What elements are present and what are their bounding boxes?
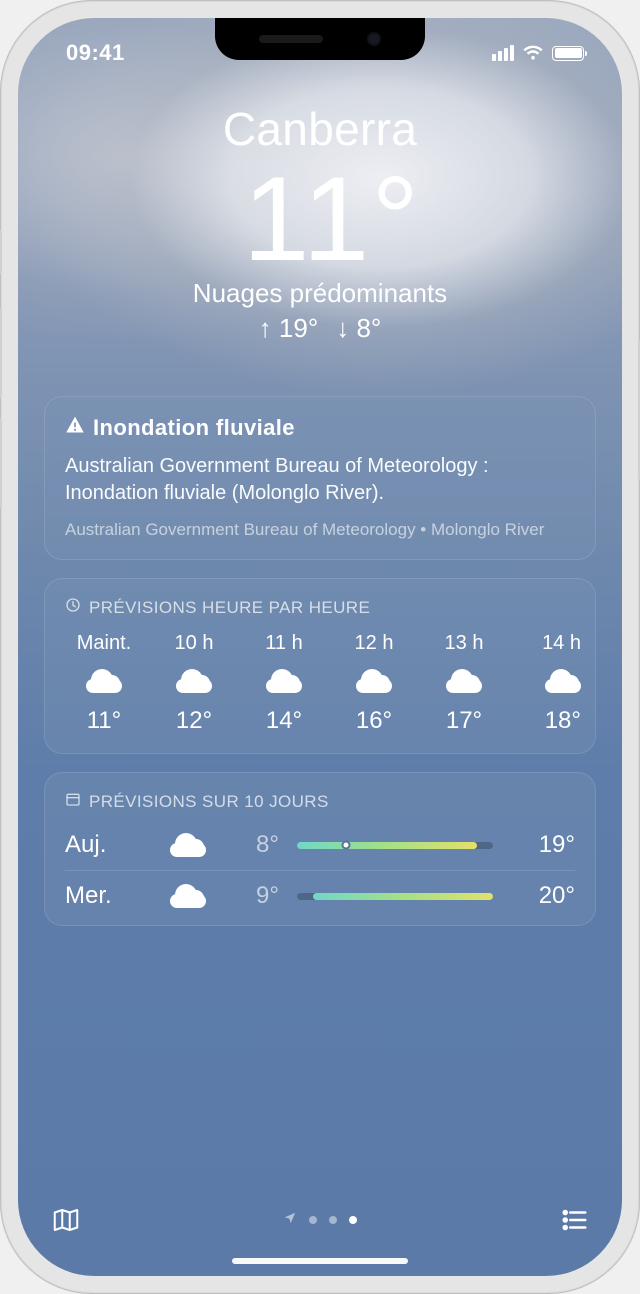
alert-source: Australian Government Bureau of Meteorol… [65, 519, 575, 541]
day-high: 19° [511, 831, 575, 859]
current-temp-dot [342, 841, 351, 850]
daily-row[interactable]: Auj. 8° 19° [65, 820, 575, 870]
warning-icon [65, 415, 85, 441]
battery-icon [552, 46, 584, 61]
current-temperature: 11° [68, 156, 596, 282]
hourly-item[interactable]: 13 h 17° [425, 632, 503, 735]
low-temp: ↓ 8° [336, 313, 381, 344]
screen: 09:41 Canberra 11° Nuages prédominants ↑… [18, 18, 622, 1276]
cellular-signal-icon [492, 45, 514, 61]
hour-label: 14 h [542, 632, 581, 655]
daily-forecast-card[interactable]: PRÉVISIONS SUR 10 JOURS Auj. 8° 19° Mer.… [44, 772, 596, 926]
hour-label: 13 h [445, 632, 484, 655]
cloud-icon [356, 669, 392, 693]
daily-header: PRÉVISIONS SUR 10 JOURS [89, 792, 329, 812]
day-label: Mer. [65, 882, 159, 910]
hourly-row[interactable]: Maint. 11° 10 h 12° 11 h 14° 12 h 16° 13… [65, 632, 575, 735]
alert-body: Australian Government Bureau of Meteorol… [65, 453, 575, 507]
status-right [492, 45, 584, 61]
high-temp: ↑ 19° [259, 313, 319, 344]
hourly-item[interactable]: 12 h 16° [335, 632, 413, 735]
location-name: Canberra [44, 102, 596, 156]
temp-range-bar [297, 842, 493, 849]
weather-alert-card[interactable]: Inondation fluviale Australian Governmen… [44, 396, 596, 560]
mute-switch [0, 230, 2, 274]
cloud-icon [86, 669, 122, 693]
high-low: ↑ 19° ↓ 8° [44, 313, 596, 344]
day-icon [159, 884, 217, 908]
cloud-icon [545, 669, 581, 693]
page-dot[interactable] [349, 1216, 357, 1224]
hour-temp: 17° [446, 707, 482, 735]
day-label: Auj. [65, 831, 159, 859]
locations-list-button[interactable] [556, 1202, 592, 1238]
cloud-icon [266, 669, 302, 693]
notch [215, 18, 425, 60]
cloud-icon [446, 669, 482, 693]
hour-temp: 11° [87, 707, 122, 735]
day-high: 20° [511, 882, 575, 910]
current-condition: Nuages prédominants [44, 278, 596, 309]
hour-temp: 14° [266, 707, 302, 735]
clock-icon [65, 597, 81, 618]
day-icon [159, 833, 217, 857]
day-low: 8° [217, 831, 279, 859]
hourly-header: PRÉVISIONS HEURE PAR HEURE [89, 598, 370, 618]
hourly-item[interactable]: 11 h 14° [245, 632, 323, 735]
hourly-item[interactable]: 10 h 12° [155, 632, 233, 735]
hour-temp: 18° [545, 707, 581, 735]
hourly-item[interactable]: 14 h 18° [515, 632, 575, 735]
home-indicator[interactable] [232, 1258, 408, 1264]
hour-temp: 16° [356, 707, 392, 735]
hourly-item[interactable]: Maint. 11° [65, 632, 143, 735]
hourly-forecast-card[interactable]: PRÉVISIONS HEURE PAR HEURE Maint. 11° 10… [44, 578, 596, 754]
hour-label: 11 h [265, 632, 302, 655]
calendar-icon [65, 791, 81, 812]
hour-label: 10 h [175, 632, 214, 655]
daily-list: Auj. 8° 19° Mer. 9° 20° [65, 820, 575, 921]
hour-temp: 12° [176, 707, 212, 735]
weather-content[interactable]: Canberra 11° Nuages prédominants ↑ 19° ↓… [18, 18, 622, 1276]
daily-row[interactable]: Mer. 9° 20° [65, 870, 575, 921]
location-arrow-icon [283, 1211, 297, 1230]
temp-range-bar [297, 893, 493, 900]
volume-down-button [0, 418, 2, 508]
map-button[interactable] [48, 1202, 84, 1238]
wifi-icon [522, 45, 544, 61]
cloud-icon [176, 669, 212, 693]
alert-title: Inondation fluviale [93, 415, 295, 441]
volume-up-button [0, 308, 2, 398]
device-frame: 09:41 Canberra 11° Nuages prédominants ↑… [0, 0, 640, 1294]
cloud-icon [170, 833, 206, 857]
day-low: 9° [217, 882, 279, 910]
page-dot[interactable] [329, 1216, 337, 1224]
hour-label: Maint. [77, 632, 131, 655]
hour-label: 12 h [355, 632, 394, 655]
cloud-icon [170, 884, 206, 908]
page-dot[interactable] [309, 1216, 317, 1224]
page-indicator[interactable] [283, 1211, 357, 1230]
status-time: 09:41 [66, 40, 125, 66]
current-conditions[interactable]: Canberra 11° Nuages prédominants ↑ 19° ↓… [44, 102, 596, 344]
